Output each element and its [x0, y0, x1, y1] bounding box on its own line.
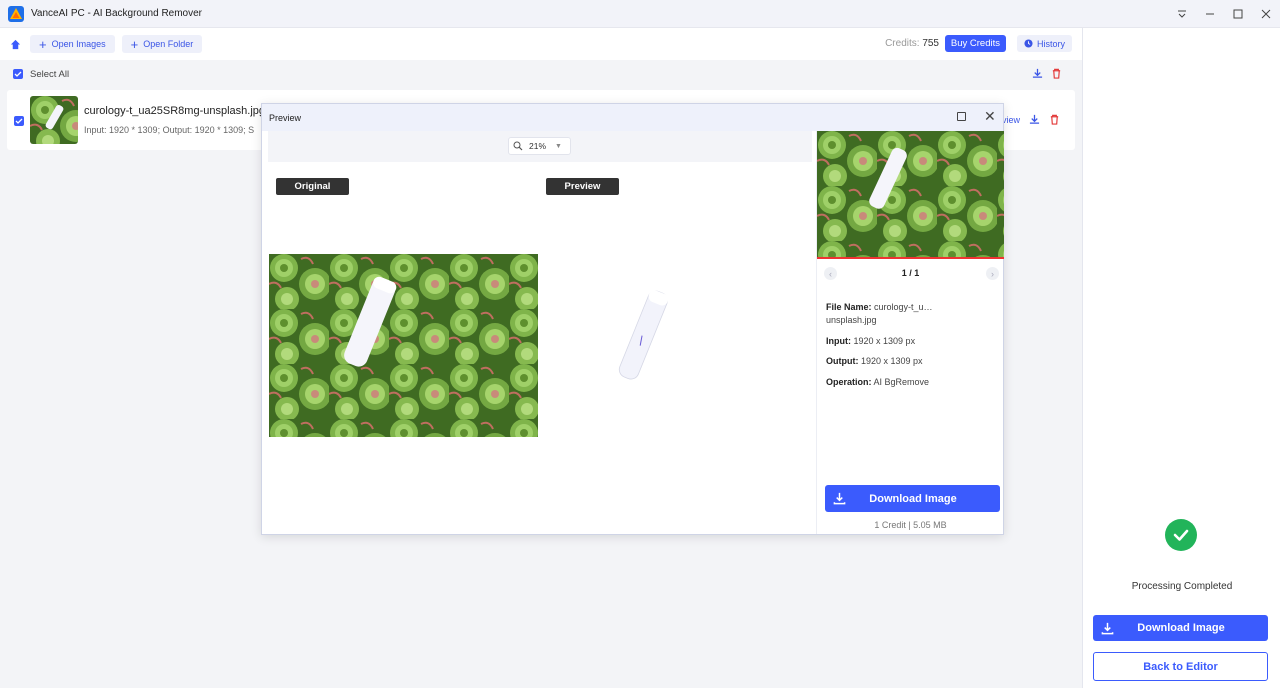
output-info: Output: 1920 x 1309 px [826, 355, 923, 368]
file-name-info: File Name: curology-t_u… unsplash.jpg [826, 301, 933, 327]
menu-dropdown-icon[interactable] [1168, 0, 1196, 28]
zoom-value: 21% [529, 141, 547, 151]
credits-label: Credits: [885, 38, 920, 49]
original-tag: Original [276, 178, 349, 195]
select-all-checkbox[interactable] [13, 69, 23, 79]
preview-dialog: Preview ✕ 21% ▼ Original Preview ‹ 1 / 1… [261, 103, 1004, 535]
title-bar: VanceAI PC - AI Background Remover [0, 0, 1280, 28]
dialog-download-image-button[interactable]: Download Image [825, 485, 1000, 512]
preview-info-panel: ‹ 1 / 1 › File Name: curology-t_u… unspl… [816, 131, 1004, 534]
download-image-label: Download Image [1137, 622, 1225, 634]
open-folder-button[interactable]: + Open Folder [121, 35, 203, 53]
input-label: Input: [826, 336, 851, 346]
credit-info: 1 Credit | 5.05 MB [874, 520, 947, 530]
download-all-icon[interactable] [1032, 68, 1043, 79]
preview-tag: Preview [546, 178, 619, 195]
app-title: VanceAI PC - AI Background Remover [31, 8, 203, 19]
open-images-label: Open Images [51, 39, 106, 49]
history-button[interactable]: History [1016, 35, 1072, 52]
zoom-select[interactable]: 21% ▼ [508, 137, 571, 155]
home-icon [10, 39, 20, 49]
history-label: History [1036, 38, 1065, 49]
credits-display: Credits: 755 [885, 38, 939, 49]
operation-label: Operation: [826, 377, 872, 387]
output-value: 1920 x 1309 px [861, 356, 923, 366]
download-icon [1101, 622, 1114, 634]
file-name-label: File Name: [826, 302, 872, 312]
back-to-editor-button[interactable]: Back to Editor [1093, 652, 1268, 681]
preview-image [608, 281, 678, 391]
input-info: Input: 1920 x 1309 px [826, 335, 915, 348]
preview-canvas: 21% ▼ Original Preview [268, 131, 812, 530]
close-window-button[interactable] [1252, 0, 1280, 28]
preview-dialog-title: Preview [269, 113, 302, 123]
file-thumbnail [30, 96, 78, 144]
credits-value: 755 [922, 38, 939, 49]
buy-credits-button[interactable]: Buy Credits [944, 35, 1006, 52]
chevron-down-icon: ▼ [555, 142, 562, 150]
file-name: curology-t_ua25SR8mg-unsplash.jpg [84, 105, 265, 117]
right-panel: Processing Completed Download Image Back… [1082, 28, 1280, 688]
page-counter: 1 / 1 [901, 268, 920, 278]
download-image-button[interactable]: Download Image [1093, 615, 1268, 641]
clock-icon [1024, 39, 1033, 48]
zoom-bar: 21% ▼ [268, 131, 812, 162]
view-link[interactable]: view [1002, 115, 1020, 125]
selected-thumbnail[interactable] [817, 131, 1004, 259]
file-checkbox[interactable] [14, 116, 24, 126]
dialog-download-label: Download Image [869, 492, 957, 505]
delete-icon[interactable] [1049, 114, 1060, 125]
maximize-button[interactable] [1224, 0, 1252, 28]
minimize-button[interactable] [1196, 0, 1224, 28]
plus-icon: + [130, 36, 139, 52]
toolbar: + Open Images + Open Folder Credits: 755… [0, 28, 1082, 60]
select-all-label: Select All [30, 68, 70, 80]
input-value: 1920 x 1309 px [853, 336, 916, 346]
chevron-right-icon[interactable]: › [986, 267, 999, 280]
success-check-icon [1165, 519, 1197, 551]
file-name-value-cont: unsplash.jpg [826, 315, 877, 325]
operation-info: Operation: AI BgRemove [826, 376, 929, 389]
delete-all-icon[interactable] [1051, 68, 1062, 79]
download-icon [833, 492, 846, 505]
pager: ‹ 1 / 1 › [817, 265, 1004, 281]
preview-dialog-header: Preview ✕ [262, 104, 1003, 131]
app-logo-icon [8, 5, 24, 22]
output-label: Output: [826, 356, 859, 366]
original-image [269, 254, 538, 437]
maximize-dialog-icon[interactable] [957, 112, 966, 121]
open-images-button[interactable]: + Open Images [30, 35, 115, 53]
zoom-icon [513, 141, 523, 151]
open-folder-label: Open Folder [143, 39, 194, 49]
home-button[interactable] [7, 36, 23, 52]
plus-icon: + [39, 36, 47, 52]
processing-status: Processing Completed [1131, 581, 1233, 592]
file-meta: Input: 1920 * 1309; Output: 1920 * 1309;… [84, 125, 255, 135]
operation-value: AI BgRemove [873, 377, 930, 387]
file-name-value: curology-t_u… [874, 302, 933, 312]
close-dialog-icon[interactable]: ✕ [984, 108, 996, 125]
select-bar: Select All [0, 60, 1082, 88]
download-icon[interactable] [1029, 114, 1040, 125]
